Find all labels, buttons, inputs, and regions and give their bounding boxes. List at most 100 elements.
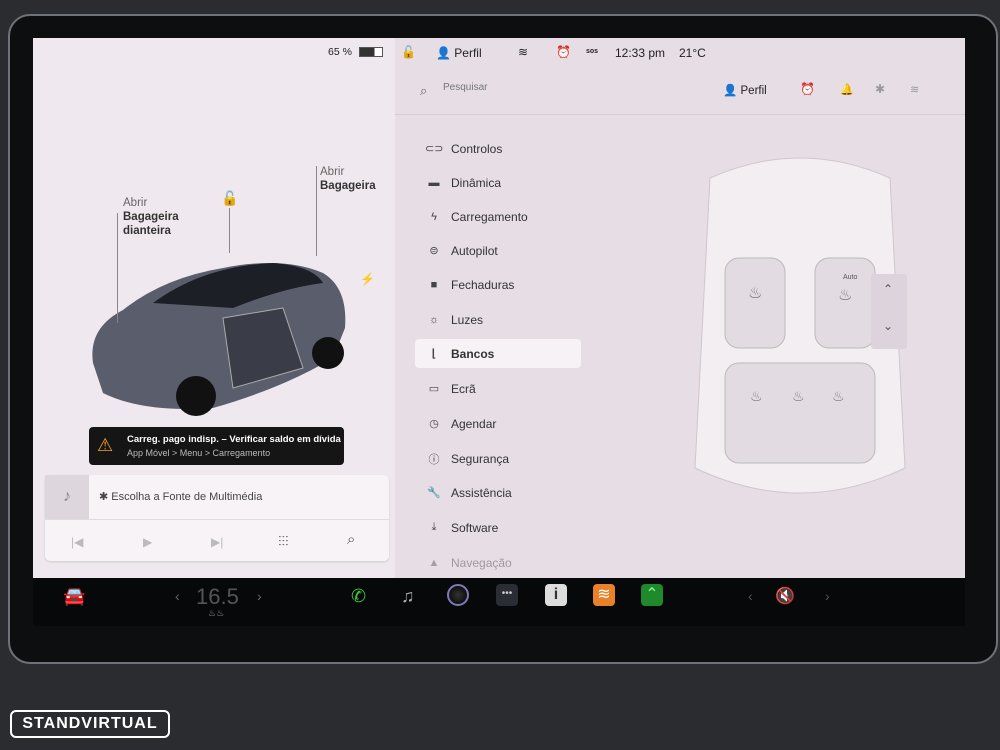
header-bluetooth-icon[interactable]: ✱ bbox=[875, 82, 885, 96]
status-lock-icon[interactable]: 🔓 bbox=[401, 45, 416, 59]
play-button[interactable]: ▶ bbox=[143, 535, 152, 549]
search-icon: ⌕ bbox=[420, 83, 428, 98]
menu-label: Autopilot bbox=[451, 243, 498, 258]
settings-panel: ⌕ 👤 Perfil ⏰ 🔔 ✱ ≋ ⊂⊃ Controlos ▬ Dinâmica… bbox=[395, 38, 965, 578]
seat-heater-icon: ♨ bbox=[832, 388, 845, 404]
menu-item-ecra[interactable]: ▭ Ecrã bbox=[415, 374, 581, 403]
car-icon[interactable]: 🚘 bbox=[63, 586, 85, 607]
wifi-icon[interactable]: ≋ bbox=[518, 45, 528, 59]
seat-auto-label: Auto bbox=[843, 274, 858, 281]
seat-scroll-control: ⌃ ⌄ bbox=[871, 274, 907, 349]
warning-icon: ⚠ bbox=[97, 435, 114, 455]
charge-port-bolt-icon[interactable]: ⚡ bbox=[360, 272, 375, 286]
trunk-open-label: Abrir bbox=[320, 166, 345, 178]
chevron-down-icon[interactable]: ⌄ bbox=[883, 319, 893, 333]
seat-heater-icon: ♨ bbox=[748, 285, 762, 302]
more-apps-icon[interactable]: ••• bbox=[496, 584, 518, 606]
menu-item-fechaduras[interactable]: ■ Fechaduras bbox=[415, 270, 581, 299]
status-profile-button[interactable]: 👤 Perfil bbox=[436, 46, 482, 60]
manual-icon[interactable]: i bbox=[545, 584, 567, 606]
battery-icon bbox=[359, 47, 383, 57]
frunk-open-button[interactable]: Abrir Bagageira dianteira bbox=[123, 196, 188, 238]
volume-down-button[interactable]: ‹ bbox=[748, 588, 753, 604]
trunk-name: Bagageira bbox=[320, 180, 376, 192]
car-panel: Abrir Bagageira dianteira Abrir Bagageira … bbox=[33, 38, 395, 578]
status-profile-label: Perfil bbox=[454, 46, 482, 60]
frunk-pointer-line bbox=[117, 213, 118, 323]
chevron-up-icon[interactable]: ⌃ bbox=[883, 282, 893, 296]
frunk-open-label: Abrir bbox=[123, 197, 148, 209]
battery-percent: 65 % bbox=[328, 46, 352, 58]
menu-item-controlos[interactable]: ⊂⊃ Controlos bbox=[415, 134, 581, 163]
alert-title: Carreg. pago indisp. – Verificar saldo e… bbox=[127, 434, 341, 445]
mute-icon[interactable]: 🔇 bbox=[775, 586, 795, 606]
music-icon[interactable]: ♫ bbox=[401, 586, 415, 607]
header-wifi-icon[interactable]: ≋ bbox=[910, 83, 919, 96]
trunk-open-button[interactable]: Abrir Bagageira bbox=[320, 165, 376, 193]
seat-heater-icon: ♨ bbox=[750, 388, 763, 404]
next-track-button[interactable]: ▶| bbox=[211, 535, 223, 549]
audible-icon[interactable]: ≋ bbox=[593, 584, 615, 606]
menu-item-software[interactable]: ⤓ Software bbox=[415, 513, 581, 542]
header-alarm-icon[interactable]: ⏰ bbox=[800, 82, 815, 96]
search-input[interactable] bbox=[443, 82, 643, 93]
seat-heater-icon: ♨ bbox=[838, 287, 852, 304]
temp-increase-button[interactable]: › bbox=[257, 588, 262, 604]
menu-item-autopilot[interactable]: ⊜ Autopilot bbox=[415, 236, 581, 265]
toggle-icon: ⊂⊃ bbox=[425, 143, 444, 155]
seat-heater-icon[interactable]: ♨♨ bbox=[208, 608, 224, 619]
media-source-label: Escolha a Fonte de Multimédia bbox=[111, 491, 263, 503]
menu-item-bancos[interactable]: ⌊ Bancos bbox=[415, 339, 581, 368]
alarm-icon: ◷ bbox=[429, 418, 439, 430]
menu-label: Agendar bbox=[451, 416, 497, 431]
cabin-temperature[interactable]: 16.5 bbox=[196, 584, 239, 610]
watermark: STANDVIRTUAL bbox=[10, 710, 170, 738]
person-icon: 👤 bbox=[723, 85, 741, 97]
car-icon: ▬ bbox=[428, 176, 440, 189]
bell-icon[interactable]: 🔔 bbox=[840, 83, 854, 96]
header-profile-label: Perfil bbox=[740, 85, 767, 97]
display-icon: ▭ bbox=[428, 383, 440, 395]
bolt-icon: ϟ bbox=[431, 210, 437, 223]
menu-label: Ecrã bbox=[451, 381, 476, 396]
menu-item-seguranca[interactable]: ⓘ Segurança bbox=[415, 444, 581, 473]
music-note-icon: ♪ bbox=[45, 475, 89, 519]
rear-seats bbox=[724, 362, 876, 464]
clock: 12:33 pm bbox=[615, 46, 666, 60]
menu-item-navegacao[interactable]: ▲ Navegação bbox=[415, 548, 581, 577]
menu-item-luzes[interactable]: ☼ Luzes bbox=[415, 305, 581, 334]
outside-temperature: 21°C bbox=[679, 46, 706, 60]
wrench-icon: 🔧 bbox=[427, 487, 441, 499]
menu-item-agendar[interactable]: ◷ Agendar bbox=[415, 409, 581, 438]
download-icon: ⤓ bbox=[431, 521, 437, 533]
unlock-icon[interactable]: 🔓 bbox=[221, 190, 238, 207]
status-bar: 65 % 🔓 👤 Perfil ≋ ⏰ sos 12:33 pm 21°C bbox=[33, 38, 965, 68]
previous-track-button[interactable]: |◀ bbox=[71, 535, 83, 549]
header-profile-button[interactable]: 👤 Perfil bbox=[723, 83, 767, 97]
menu-label: Carregamento bbox=[451, 209, 528, 224]
menu-label: Controlos bbox=[451, 141, 503, 156]
seat-icon: ⌊ bbox=[431, 348, 437, 360]
menu-item-assistencia[interactable]: 🔧 Assistência bbox=[415, 478, 581, 507]
temp-decrease-button[interactable]: ‹ bbox=[175, 588, 180, 604]
media-source-button[interactable]: ✱ Escolha a Fonte de Multimédia bbox=[99, 490, 262, 503]
menu-label: Assistência bbox=[451, 485, 512, 500]
touchscreen: Abrir Bagageira dianteira Abrir Bagageira … bbox=[33, 38, 965, 578]
equalizer-button[interactable]: ⫶⫶⫶ bbox=[278, 533, 289, 550]
alarm-icon[interactable]: ⏰ bbox=[556, 45, 571, 59]
sos-icon[interactable]: sos bbox=[586, 48, 598, 55]
trunk-pointer-line bbox=[316, 166, 317, 256]
media-search-button[interactable]: ⌕ bbox=[347, 531, 355, 548]
charging-alert[interactable]: ⚠ Carreg. pago indisp. – Verificar saldo… bbox=[89, 427, 344, 465]
steering-wheel-icon: ⊜ bbox=[429, 245, 439, 257]
volume-up-button[interactable]: › bbox=[825, 588, 830, 604]
menu-item-dinamica[interactable]: ▬ Dinâmica bbox=[415, 168, 581, 197]
camera-icon[interactable] bbox=[447, 584, 469, 606]
menu-item-carregamento[interactable]: ϟ Carregamento bbox=[415, 202, 581, 231]
car-image bbox=[92, 263, 346, 416]
sun-icon: ☼ bbox=[428, 313, 440, 326]
phone-icon[interactable]: ✆ bbox=[351, 586, 366, 607]
menu-label: Segurança bbox=[451, 451, 510, 466]
menu-label: Luzes bbox=[451, 312, 484, 327]
energy-icon[interactable]: ⌃ bbox=[641, 584, 663, 606]
